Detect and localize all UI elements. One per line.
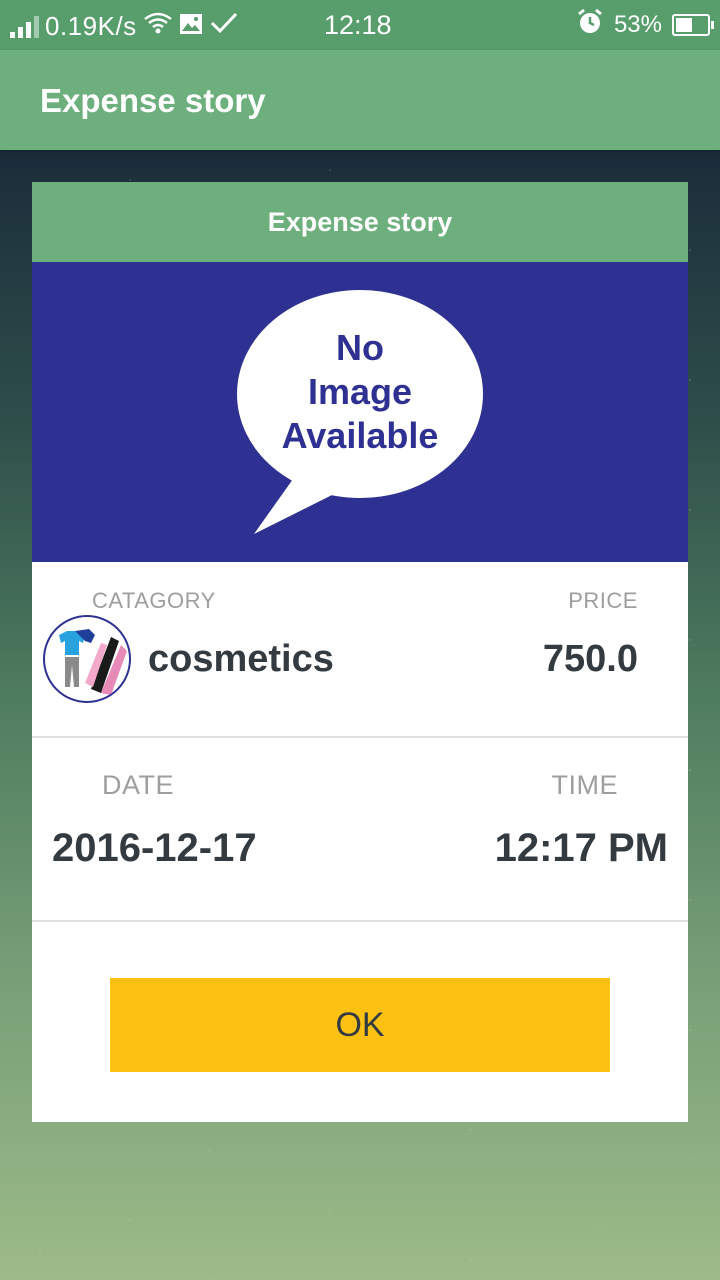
- category-label: CATAGORY: [92, 588, 216, 613]
- status-right: 53%: [576, 8, 714, 43]
- status-time: 12:18: [324, 10, 392, 40]
- time-value: 12:17 PM: [494, 826, 668, 870]
- app-bar-title: Expense story: [40, 82, 266, 119]
- time-label: TIME: [551, 770, 618, 800]
- signal-icon: [10, 14, 39, 38]
- dialog-title: Expense story: [267, 206, 453, 237]
- status-left: 0.19K/s: [10, 10, 239, 42]
- status-bar: 0.19K/s 12:18 53%: [0, 0, 720, 50]
- image-icon: [179, 11, 203, 42]
- date-time-row: DATE TIME 2016-12-17 12:17 PM: [32, 738, 688, 922]
- no-image-line2: Image: [308, 371, 412, 412]
- category-value: cosmetics: [148, 638, 334, 680]
- no-image-line1: No: [336, 327, 384, 368]
- battery-fill: [676, 18, 692, 32]
- network-speed: 0.19K/s: [45, 10, 137, 41]
- expense-story-dialog: Expense story No Image Available CATAGOR…: [32, 182, 688, 1122]
- date-value: 2016-12-17: [52, 826, 257, 870]
- expense-image: No Image Available: [32, 262, 688, 562]
- category-price-row: CATAGORY PRICE cosmetics 750.0: [32, 562, 688, 738]
- no-image-line3: Available: [282, 415, 439, 456]
- price-value: 750.0: [542, 638, 638, 680]
- app-bar: Expense story: [0, 50, 720, 150]
- alarm-icon: [576, 8, 604, 43]
- dialog-header: Expense story: [32, 182, 688, 262]
- price-label: PRICE: [568, 588, 638, 613]
- battery-icon: [672, 14, 714, 36]
- category-avatar-icon: [43, 615, 131, 703]
- check-icon: [209, 11, 239, 42]
- ok-button[interactable]: OK: [110, 978, 610, 1072]
- no-image-placeholder: No Image Available: [237, 290, 483, 534]
- battery-percent: 53%: [613, 11, 662, 38]
- date-label: DATE: [102, 770, 175, 800]
- wifi-icon: [143, 11, 173, 42]
